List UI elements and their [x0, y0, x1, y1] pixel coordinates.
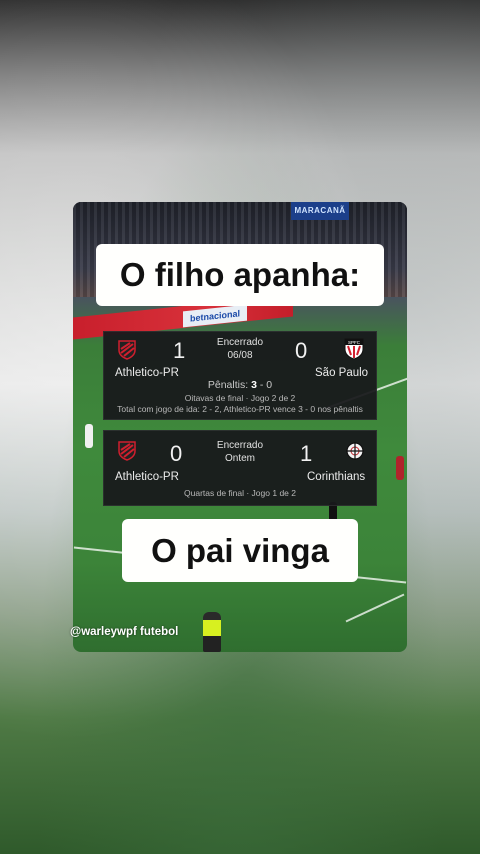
sao-paulo-crest-icon: SPFC: [344, 338, 364, 360]
away-team-name: Corinthians: [307, 471, 366, 483]
penalties-away: 0: [266, 379, 273, 391]
match-status: Encerrado: [216, 337, 264, 348]
watermark: @warleywpf futebol: [70, 626, 179, 638]
athletico-crest-icon: [118, 441, 136, 461]
athletico-crest-icon: [118, 340, 136, 360]
aggregate-summary: Total com jogo de ida: 2 - 2, Athletico-…: [117, 404, 363, 414]
match-status: Encerrado: [216, 440, 264, 451]
match-date: 06/08: [227, 350, 253, 361]
caption-bottom: O pai vinga: [122, 519, 358, 582]
match-scoreboard[interactable]: 1 Encerrado 06/08 0 SPFC Athletico-PR Sã…: [103, 331, 377, 420]
player: [396, 456, 404, 480]
stadium-sign: MARACANÃ: [291, 202, 349, 220]
away-team-name: São Paulo: [315, 367, 369, 379]
home-team-name: Athletico-PR: [115, 471, 179, 483]
penalties-separator: -: [259, 379, 264, 391]
svg-text:SPFC: SPFC: [348, 340, 361, 345]
match-scoreboard[interactable]: 0 Encerrado Ontem 1 Athletico-PR Corinth…: [103, 430, 377, 506]
home-team-name: Athletico-PR: [115, 367, 179, 379]
penalties-label: Pênaltis:: [207, 379, 249, 391]
penalties-home: 3: [251, 379, 257, 391]
away-score: 0: [295, 338, 308, 363]
match-round: Oitavas de final · Jogo 2 de 2: [184, 393, 296, 403]
caption-top: O filho apanha:: [96, 244, 384, 306]
match-date: Ontem: [224, 453, 255, 464]
home-score: 1: [173, 338, 186, 363]
home-score: 0: [170, 441, 183, 466]
corinthians-crest-icon: [346, 442, 364, 460]
match-round: Quartas de final · Jogo 1 de 2: [184, 488, 296, 498]
referee: [203, 612, 221, 652]
pitch-line: [345, 593, 405, 623]
penalties-result: Pênaltis: 3 - 0: [104, 379, 376, 391]
away-score: 1: [300, 441, 313, 466]
player: [85, 424, 93, 448]
